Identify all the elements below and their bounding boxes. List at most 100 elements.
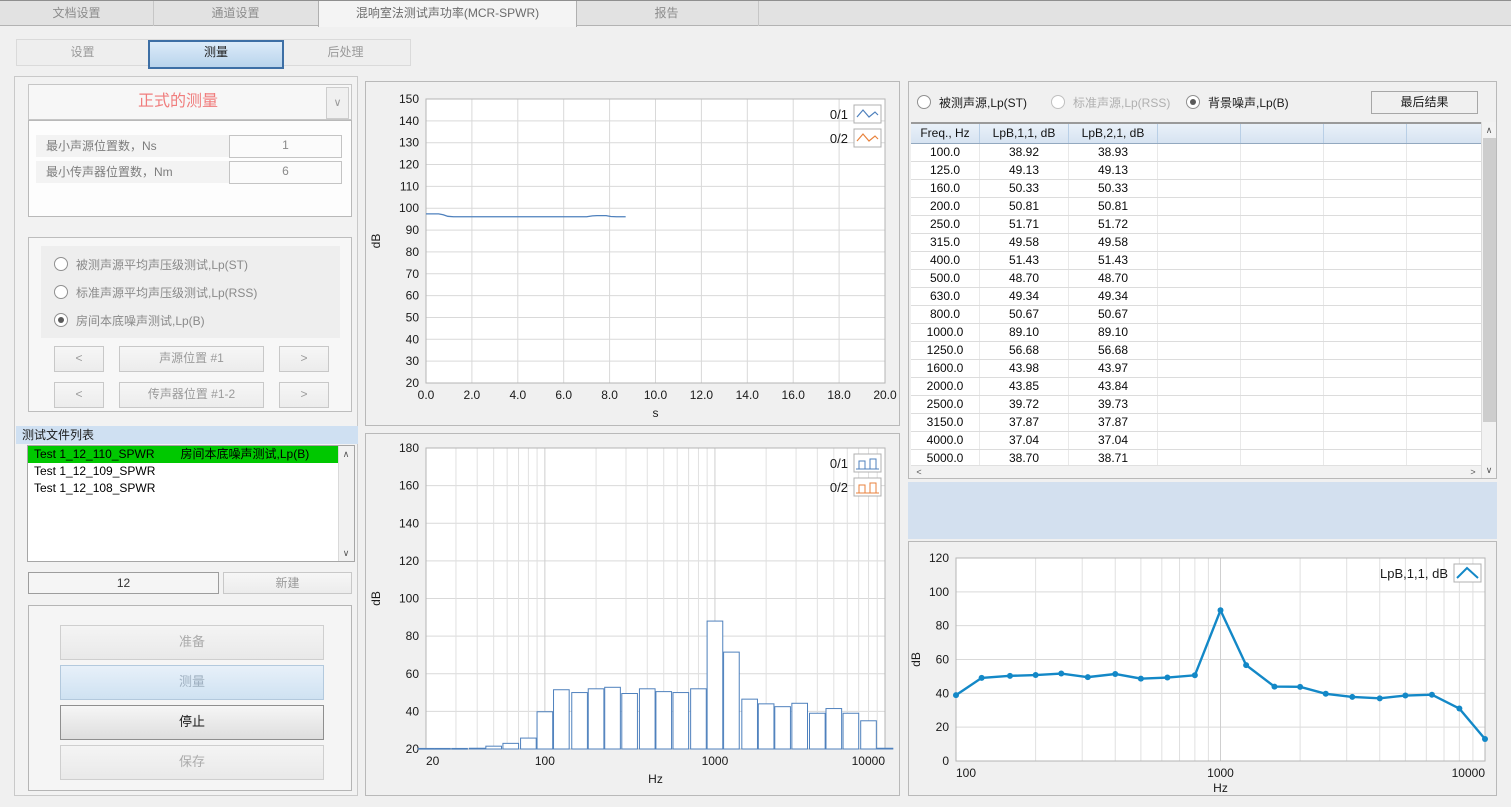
table-row[interactable]: 160.050.3350.33 — [911, 180, 1481, 198]
spectrum-bar-chart-panel: 2040608010012014016018020100100010000dBH… — [365, 433, 900, 796]
mic-position-prev-button[interactable]: < — [54, 382, 104, 408]
table-cell: 49.34 — [1069, 288, 1158, 305]
table-row[interactable]: 125.049.1349.13 — [911, 162, 1481, 180]
table-column-header[interactable] — [1241, 124, 1324, 143]
file-list-item[interactable]: Test 1_12_109_SPWR — [28, 463, 354, 480]
radio-icon — [54, 285, 68, 299]
table-column-header[interactable] — [1407, 124, 1481, 143]
svg-text:14.0: 14.0 — [736, 388, 760, 402]
svg-text:100: 100 — [535, 754, 555, 768]
result-radio-lpst[interactable]: 被测声源,Lp(ST) — [917, 94, 1027, 110]
save-button[interactable]: 保存 — [60, 745, 324, 780]
table-row[interactable]: 315.049.5849.58 — [911, 234, 1481, 252]
table-vertical-scrollbar[interactable]: ∧ ∨ — [1481, 122, 1496, 478]
subtab-measure[interactable]: 测量 — [148, 40, 284, 69]
table-cell: 51.72 — [1069, 216, 1158, 233]
chevron-down-icon[interactable]: ∨ — [326, 87, 349, 119]
mic-position-next-button[interactable]: > — [279, 382, 329, 408]
table-cell: 43.84 — [1069, 378, 1158, 395]
table-cell: 3150.0 — [911, 414, 980, 431]
table-row[interactable]: 5000.038.7038.71 — [911, 450, 1481, 465]
table-cell — [1407, 144, 1481, 161]
ns-value-field[interactable]: 1 — [229, 135, 342, 158]
svg-text:140: 140 — [399, 516, 419, 530]
table-column-header[interactable] — [1158, 124, 1241, 143]
table-row[interactable]: 400.051.4351.43 — [911, 252, 1481, 270]
svg-text:18.0: 18.0 — [827, 388, 851, 402]
file-list-scrollbar[interactable]: ∧ ∨ — [338, 446, 354, 561]
table-row[interactable]: 1000.089.1089.10 — [911, 324, 1481, 342]
table-column-header[interactable]: LpB,1,1, dB — [980, 124, 1069, 143]
table-row[interactable]: 2500.039.7239.73 — [911, 396, 1481, 414]
measure-button[interactable]: 测量 — [60, 665, 324, 700]
table-cell: 51.43 — [1069, 252, 1158, 269]
scroll-left-icon[interactable]: < — [912, 466, 926, 479]
scroll-up-icon[interactable]: ∧ — [1482, 123, 1496, 137]
table-row[interactable]: 2000.043.8543.84 — [911, 378, 1481, 396]
table-cell — [1324, 450, 1407, 465]
final-result-button[interactable]: 最后结果 — [1371, 91, 1478, 114]
table-row[interactable]: 4000.037.0437.04 — [911, 432, 1481, 450]
results-panel: 被测声源,Lp(ST) 标准声源,Lp(RSS) 背景噪声,Lp(B) 最后结果… — [908, 81, 1497, 479]
source-position-button[interactable]: 声源位置 #1 — [119, 346, 264, 372]
new-test-button[interactable]: 新建 — [223, 572, 352, 594]
table-column-header[interactable] — [1324, 124, 1407, 143]
result-radio-lprss[interactable]: 标准声源,Lp(RSS) — [1051, 94, 1170, 110]
subtab-postprocess[interactable]: 后处理 — [280, 40, 411, 65]
mic-position-button[interactable]: 传声器位置 #1-2 — [119, 382, 264, 408]
table-cell — [1158, 180, 1241, 197]
table-column-header[interactable]: Freq., Hz — [911, 124, 980, 143]
table-row[interactable]: 630.049.3449.34 — [911, 288, 1481, 306]
source-position-prev-button[interactable]: < — [54, 346, 104, 372]
scroll-down-icon[interactable]: ∨ — [1482, 463, 1496, 477]
tab-document-settings[interactable]: 文档设置 — [0, 1, 154, 26]
nm-value-field[interactable]: 6 — [229, 161, 342, 184]
table-row[interactable]: 1250.056.6856.68 — [911, 342, 1481, 360]
table-cell — [1324, 270, 1407, 287]
scroll-up-icon[interactable]: ∧ — [339, 447, 353, 461]
radio-lpb[interactable]: 房间本底噪声测试,Lp(B) — [54, 312, 205, 328]
radio-lpst[interactable]: 被测声源平均声压级测试,Lp(ST) — [54, 256, 248, 272]
table-cell: 50.67 — [980, 306, 1069, 323]
source-position-next-button[interactable]: > — [279, 346, 329, 372]
tab-report[interactable]: 报告 — [575, 1, 759, 26]
radio-lpst-label: 被测声源平均声压级测试,Lp(ST) — [76, 256, 248, 273]
table-cell — [1241, 180, 1324, 197]
table-row[interactable]: 1600.043.9843.97 — [911, 360, 1481, 378]
table-row[interactable]: 800.050.6750.67 — [911, 306, 1481, 324]
prepare-button[interactable]: 准备 — [60, 625, 324, 660]
table-cell: 50.67 — [1069, 306, 1158, 323]
scrollbar-thumb[interactable] — [1483, 138, 1496, 422]
tab-mcr-spwr[interactable]: 混响室法测试声功率(MCR-SPWR) — [318, 1, 577, 27]
table-horizontal-scrollbar[interactable]: < > — [911, 465, 1481, 478]
table-cell: 56.68 — [980, 342, 1069, 359]
table-cell: 37.87 — [1069, 414, 1158, 431]
tab-channel-settings[interactable]: 通道设置 — [153, 1, 319, 26]
test-file-list[interactable]: Test 1_12_110_SPWR房间本底噪声测试,Lp(B)Test 1_1… — [27, 445, 355, 562]
result-spectrum-chart: 020406080100120100100010000dBHzLpB,1,1, … — [909, 542, 1496, 795]
file-list-item[interactable]: Test 1_12_108_SPWR — [28, 480, 354, 497]
svg-text:0: 0 — [942, 754, 949, 768]
table-row[interactable]: 3150.037.8737.87 — [911, 414, 1481, 432]
table-cell — [1407, 270, 1481, 287]
table-row[interactable]: 500.048.7048.70 — [911, 270, 1481, 288]
file-list-item[interactable]: Test 1_12_110_SPWR房间本底噪声测试,Lp(B) — [28, 446, 354, 463]
table-cell — [1407, 216, 1481, 233]
table-cell: 51.43 — [980, 252, 1069, 269]
table-row[interactable]: 250.051.7151.72 — [911, 216, 1481, 234]
table-row[interactable]: 100.038.9238.93 — [911, 144, 1481, 162]
scroll-right-icon[interactable]: > — [1466, 466, 1480, 479]
measurement-mode-dropdown[interactable]: 正式的测量 ∨ — [28, 84, 352, 120]
table-cell: 43.85 — [980, 378, 1069, 395]
result-radio-lpb[interactable]: 背景噪声,Lp(B) — [1186, 94, 1289, 110]
scroll-down-icon[interactable]: ∨ — [339, 546, 353, 560]
radio-lprss[interactable]: 标准声源平均声压级测试,Lp(RSS) — [54, 284, 257, 300]
table-row[interactable]: 200.050.8150.81 — [911, 198, 1481, 216]
table-cell: 48.70 — [980, 270, 1069, 287]
svg-text:180: 180 — [399, 441, 419, 455]
table-column-header[interactable]: LpB,2,1, dB — [1069, 124, 1158, 143]
table-cell — [1241, 450, 1324, 465]
test-count-button[interactable]: 12 — [28, 572, 219, 594]
stop-button[interactable]: 停止 — [60, 705, 324, 740]
subtab-settings[interactable]: 设置 — [17, 40, 148, 65]
